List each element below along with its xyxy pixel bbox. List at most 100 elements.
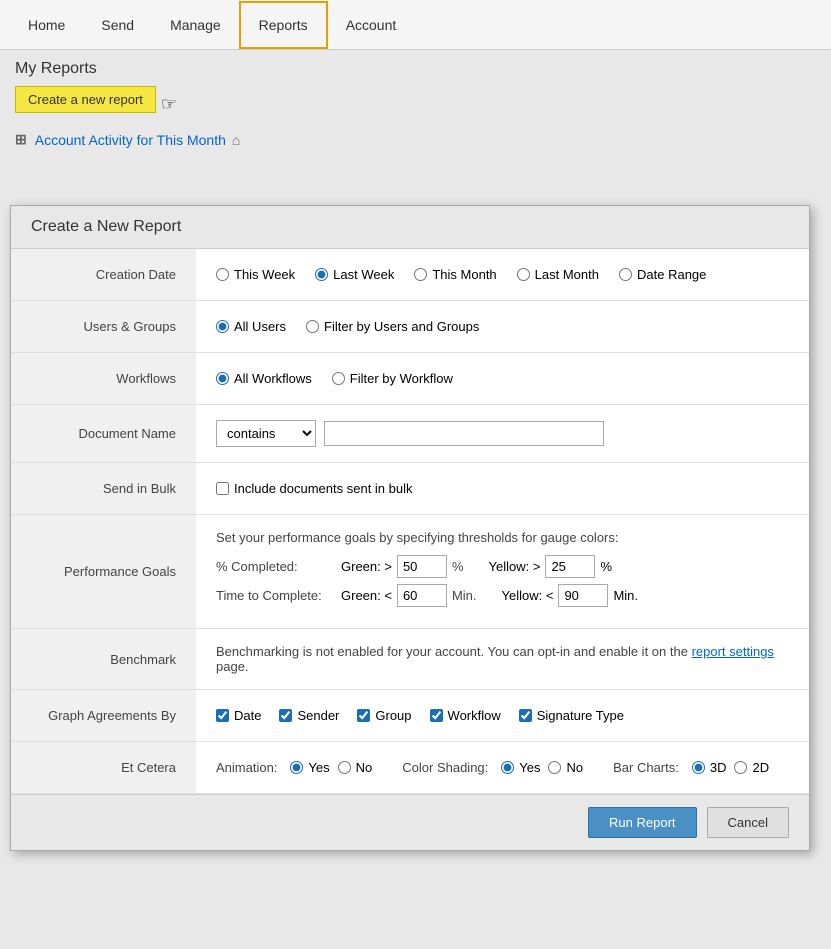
graph-sender-item[interactable]: Sender bbox=[279, 708, 339, 723]
filter-users-groups-radio[interactable] bbox=[306, 320, 319, 333]
all-workflows-option[interactable]: All Workflows bbox=[216, 371, 312, 386]
document-name-label: Document Name bbox=[11, 405, 196, 463]
graph-group-checkbox[interactable] bbox=[357, 709, 370, 722]
animation-no-radio[interactable] bbox=[338, 761, 351, 774]
time-to-complete-yellow-unit: Min. bbox=[613, 588, 638, 603]
nav-send[interactable]: Send bbox=[83, 3, 152, 47]
workflows-row: Workflows All Workflows Filter by Workfl… bbox=[11, 353, 809, 405]
send-in-bulk-checkbox-label: Include documents sent in bulk bbox=[234, 481, 413, 496]
users-groups-content: All Users Filter by Users and Groups bbox=[196, 301, 809, 353]
time-to-complete-green-unit: Min. bbox=[452, 588, 477, 603]
creation-date-this-month[interactable]: This Month bbox=[414, 267, 496, 282]
all-users-radio[interactable] bbox=[216, 320, 229, 333]
users-groups-radio-group: All Users Filter by Users and Groups bbox=[216, 319, 789, 334]
run-report-button[interactable]: Run Report bbox=[588, 807, 696, 838]
document-name-input[interactable] bbox=[324, 421, 604, 446]
graph-agreements-content: Date Sender Group bbox=[196, 690, 809, 742]
creation-date-this-week-label: This Week bbox=[234, 267, 295, 282]
graph-date-item[interactable]: Date bbox=[216, 708, 261, 723]
send-in-bulk-row: Send in Bulk Include documents sent in b… bbox=[11, 463, 809, 515]
percent-completed-green-unit: % bbox=[452, 559, 464, 574]
creation-date-this-month-radio[interactable] bbox=[414, 268, 427, 281]
color-shading-yes-label: Yes bbox=[519, 760, 540, 775]
send-in-bulk-option[interactable]: Include documents sent in bulk bbox=[216, 481, 789, 496]
graph-date-label: Date bbox=[234, 708, 261, 723]
color-shading-yes-option[interactable]: Yes bbox=[501, 760, 540, 775]
percent-completed-green-input[interactable] bbox=[397, 555, 447, 578]
benchmark-content: Benchmarking is not enabled for your acc… bbox=[196, 629, 809, 690]
filter-by-workflow-option[interactable]: Filter by Workflow bbox=[332, 371, 453, 386]
et-cetera-row: Et Cetera Animation: Yes bbox=[11, 742, 809, 794]
et-cetera-label: Et Cetera bbox=[11, 742, 196, 794]
graph-signature-type-checkbox[interactable] bbox=[519, 709, 532, 722]
graph-signature-type-item[interactable]: Signature Type bbox=[519, 708, 624, 723]
graph-date-checkbox[interactable] bbox=[216, 709, 229, 722]
modal-footer: Run Report Cancel bbox=[11, 794, 809, 850]
nav-home[interactable]: Home bbox=[10, 3, 83, 47]
document-name-row: Document Name contains equals starts wit… bbox=[11, 405, 809, 463]
bar-charts-2d-label: 2D bbox=[752, 760, 769, 775]
benchmark-row: Benchmark Benchmarking is not enabled fo… bbox=[11, 629, 809, 690]
color-shading-no-radio[interactable] bbox=[548, 761, 561, 774]
all-users-option[interactable]: All Users bbox=[216, 319, 286, 334]
send-in-bulk-label: Send in Bulk bbox=[11, 463, 196, 515]
benchmark-settings-link[interactable]: report settings bbox=[692, 644, 774, 659]
bar-charts-3d-radio[interactable] bbox=[692, 761, 705, 774]
animation-no-option[interactable]: No bbox=[338, 760, 373, 775]
nav-reports[interactable]: Reports bbox=[239, 1, 328, 49]
creation-date-last-week[interactable]: Last Week bbox=[315, 267, 394, 282]
filter-by-workflow-radio[interactable] bbox=[332, 372, 345, 385]
expand-icon: ⊞ bbox=[15, 131, 27, 148]
bar-charts-3d-option[interactable]: 3D bbox=[692, 760, 727, 775]
users-groups-label: Users & Groups bbox=[11, 301, 196, 353]
graph-signature-type-label: Signature Type bbox=[537, 708, 624, 723]
send-in-bulk-checkbox[interactable] bbox=[216, 482, 229, 495]
graph-sender-checkbox[interactable] bbox=[279, 709, 292, 722]
color-shading-no-label: No bbox=[566, 760, 583, 775]
graph-group-label: Group bbox=[375, 708, 411, 723]
creation-date-radio-group: This Week Last Week This Month bbox=[216, 267, 789, 282]
creation-date-label: Creation Date bbox=[11, 249, 196, 301]
graph-workflow-checkbox[interactable] bbox=[430, 709, 443, 722]
creation-date-last-week-radio[interactable] bbox=[315, 268, 328, 281]
bar-charts-group: Bar Charts: 3D 2D bbox=[613, 760, 769, 775]
creation-date-this-week-radio[interactable] bbox=[216, 268, 229, 281]
create-new-report-button[interactable]: Create a new report bbox=[15, 86, 156, 113]
nav-account[interactable]: Account bbox=[328, 3, 415, 47]
time-to-complete-green-input[interactable] bbox=[397, 584, 447, 607]
percent-completed-label: % Completed: bbox=[216, 559, 336, 574]
graph-workflow-item[interactable]: Workflow bbox=[430, 708, 501, 723]
graph-workflow-label: Workflow bbox=[448, 708, 501, 723]
graph-group-item[interactable]: Group bbox=[357, 708, 411, 723]
send-in-bulk-content: Include documents sent in bulk bbox=[196, 463, 809, 515]
color-shading-yes-radio[interactable] bbox=[501, 761, 514, 774]
percent-completed-yellow-input[interactable] bbox=[545, 555, 595, 578]
creation-date-this-week[interactable]: This Week bbox=[216, 267, 295, 282]
creation-date-last-month-radio[interactable] bbox=[517, 268, 530, 281]
creation-date-date-range-radio[interactable] bbox=[619, 268, 632, 281]
creation-date-date-range[interactable]: Date Range bbox=[619, 267, 706, 282]
bar-charts-2d-radio[interactable] bbox=[734, 761, 747, 774]
benchmark-label: Benchmark bbox=[11, 629, 196, 690]
time-to-complete-yellow-input[interactable] bbox=[558, 584, 608, 607]
nav-manage[interactable]: Manage bbox=[152, 3, 239, 47]
creation-date-last-month[interactable]: Last Month bbox=[517, 267, 599, 282]
report-link-label: Account Activity for This Month bbox=[35, 132, 226, 148]
cancel-button[interactable]: Cancel bbox=[707, 807, 789, 838]
time-to-complete-yellow-label: Yellow: < bbox=[502, 588, 554, 603]
benchmark-text-before: Benchmarking is not enabled for your acc… bbox=[216, 644, 692, 659]
bar-charts-2d-option[interactable]: 2D bbox=[734, 760, 769, 775]
time-to-complete-row: Time to Complete: Green: < Min. Yellow: … bbox=[216, 584, 789, 607]
animation-yes-option[interactable]: Yes bbox=[290, 760, 329, 775]
document-name-select[interactable]: contains equals starts with ends with bbox=[216, 420, 316, 447]
percent-completed-yellow-label: Yellow: > bbox=[489, 559, 541, 574]
workflows-radio-group: All Workflows Filter by Workflow bbox=[216, 371, 789, 386]
filter-users-groups-option[interactable]: Filter by Users and Groups bbox=[306, 319, 479, 334]
report-link[interactable]: ⊞ Account Activity for This Month ⌂ bbox=[15, 131, 816, 148]
animation-yes-label: Yes bbox=[308, 760, 329, 775]
animation-yes-radio[interactable] bbox=[290, 761, 303, 774]
et-cetera-controls: Animation: Yes No bbox=[216, 760, 789, 775]
color-shading-no-option[interactable]: No bbox=[548, 760, 583, 775]
all-workflows-radio[interactable] bbox=[216, 372, 229, 385]
top-navigation: Home Send Manage Reports Account bbox=[0, 0, 831, 50]
